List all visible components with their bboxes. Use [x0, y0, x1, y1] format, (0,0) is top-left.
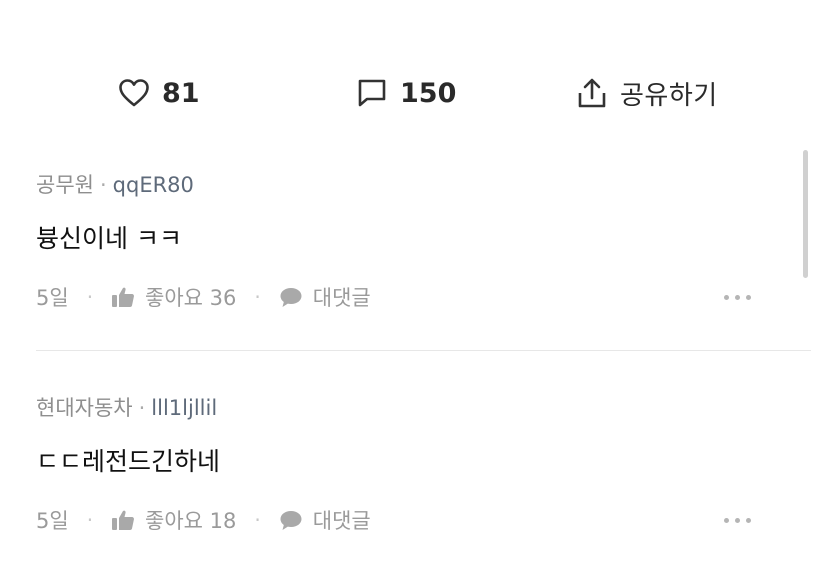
more-options-button[interactable]	[724, 500, 751, 540]
comment-meta: 공무원 · qqER80	[36, 173, 194, 197]
share-button[interactable]: 공유하기	[576, 62, 718, 124]
comment-button[interactable]: 150	[356, 62, 456, 124]
share-upload-icon	[578, 78, 606, 108]
speech-bubble-icon	[358, 79, 386, 107]
like-button[interactable]: 81	[118, 62, 200, 124]
author-company: 공무원	[36, 173, 94, 197]
reply-label: 대댓글	[312, 509, 371, 533]
comment-footer: 5일 · 좋아요 18 · 대댓글	[36, 500, 811, 540]
comment-like-button[interactable]: 좋아요 18	[111, 505, 236, 535]
chat-bubble-icon	[280, 511, 302, 530]
like-count: 81	[162, 77, 200, 109]
thumbs-up-icon	[112, 510, 135, 530]
separator-dot: ·	[254, 508, 261, 532]
more-options-button[interactable]	[724, 277, 751, 317]
comment-time: 5일	[36, 509, 69, 533]
reply-button[interactable]: 대댓글	[279, 505, 371, 535]
author-nickname[interactable]: lll1ljllil	[151, 396, 217, 420]
comment-footer: 5일 · 좋아요 36 · 대댓글	[36, 277, 811, 317]
comment-count: 150	[400, 77, 457, 109]
comment-item: 공무원 · qqER80 븅신이네 ㅋㅋ 5일 · 좋아요 36 · 대댓글	[36, 165, 811, 317]
heart-icon	[119, 79, 149, 107]
separator-dot: ·	[254, 285, 261, 309]
more-dots-icon	[724, 517, 729, 523]
comment-meta: 현대자동차 · lll1ljllil	[36, 396, 218, 420]
thumbs-up-icon	[112, 287, 135, 307]
comment-time: 5일	[36, 286, 69, 310]
comment-text: 븅신이네 ㅋㅋ	[36, 224, 182, 253]
share-label: 공유하기	[620, 80, 718, 111]
comment-like-label: 좋아요 36	[145, 286, 237, 310]
post-action-bar: 81 150 공유하기	[0, 62, 833, 124]
chat-bubble-icon	[280, 288, 302, 307]
separator-dot: ·	[86, 285, 94, 309]
comment-divider	[36, 350, 811, 351]
separator-dot: ·	[86, 508, 94, 532]
author-company: 현대자동차	[36, 396, 133, 420]
author-nickname[interactable]: qqER80	[113, 173, 194, 197]
comment-like-button[interactable]: 좋아요 36	[111, 282, 236, 312]
comment-like-label: 좋아요 18	[145, 509, 237, 533]
comment-text: ㄷㄷ레전드긴하네	[36, 447, 221, 476]
reply-label: 대댓글	[312, 286, 371, 310]
comment-item: 현대자동차 · lll1ljllil ㄷㄷ레전드긴하네 5일 · 좋아요 18 · …	[36, 388, 811, 540]
more-dots-icon	[724, 294, 729, 300]
reply-button[interactable]: 대댓글	[279, 282, 371, 312]
